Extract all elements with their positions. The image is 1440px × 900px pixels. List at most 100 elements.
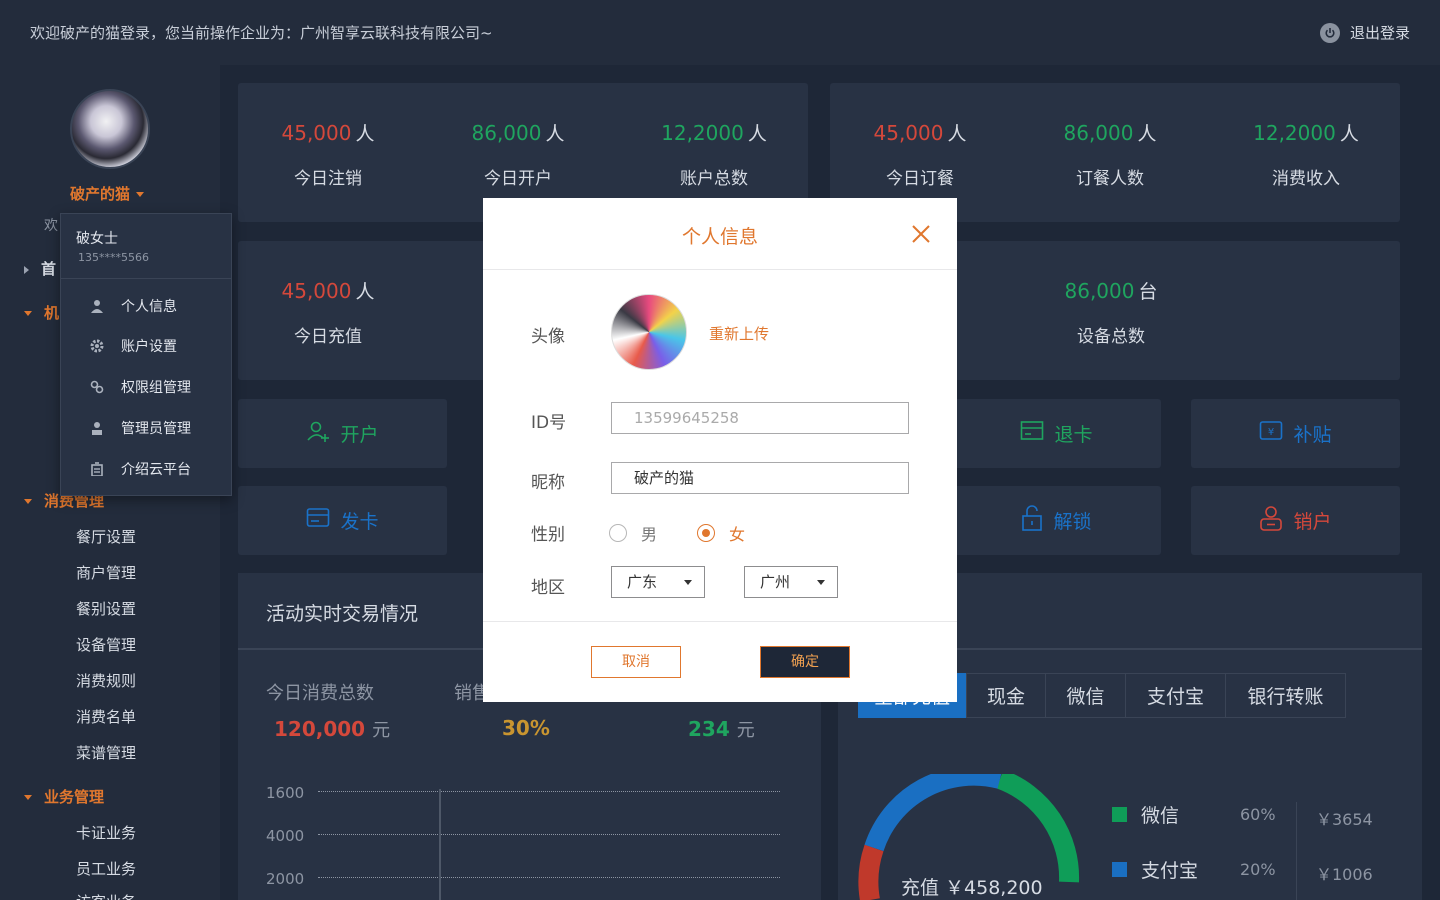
id-field[interactable] [611,402,909,434]
user-menu-toggle[interactable]: 破产的猫 [70,183,145,204]
stat-unit: 人 [355,281,375,303]
stat-today-cancel: 45,000 人今日注销 [238,119,418,189]
sidebar-item-card[interactable]: 卡证业务 [76,822,136,843]
menu-item-label: 介绍云平台 [121,462,191,478]
stat-label: 账户总数 [680,169,748,189]
stat-value: 45,000 [873,121,944,145]
divider [61,278,231,279]
stat-label: 今日订餐 [886,169,954,189]
legend-swatch [1112,807,1127,822]
menu-item-about-platform[interactable]: 介绍云平台 [89,459,191,479]
menu-item-account-settings[interactable]: 账户设置 [89,336,177,356]
dropdown-user-phone: 135****5566 [78,251,149,264]
sidebar-item-meal-type[interactable]: 餐别设置 [76,598,136,619]
sidebar-item-label: 首 [41,260,57,278]
close-icon[interactable] [909,222,933,246]
refund-card-button[interactable]: 退卡 [952,399,1161,468]
gear-icon [89,338,105,354]
select-value: 广东 [627,573,658,591]
metric-unit: 元 [736,720,755,741]
divider [483,269,957,270]
city-select[interactable]: 广州 [744,566,838,598]
chevron-down-icon [684,580,692,585]
metric-unit: 元 [372,720,391,741]
stat-total-accounts: 12,2000 人账户总数 [624,119,804,189]
grid-line [318,791,780,792]
cancel-button[interactable]: 取消 [591,646,681,678]
top-bar: 欢迎破产的猫登录，您当前操作企业为：广州智享云联科技有限公司~ 退出登录 [0,0,1440,65]
action-label: 退卡 [1054,424,1093,446]
divider [1296,802,1297,900]
sidebar-item-device[interactable]: 设备管理 [76,634,136,655]
power-icon [1319,22,1340,43]
gender-male-radio[interactable]: 男 [609,521,657,545]
cursor-line [439,789,441,900]
confirm-button[interactable]: 确定 [760,646,850,678]
sidebar-item-merchant[interactable]: 商户管理 [76,562,136,583]
y-tick-label: 1600 [266,784,305,802]
donut-segment-wechat [996,774,1080,883]
legend-amount: ￥1006 [1316,865,1373,884]
menu-item-admin[interactable]: 管理员管理 [89,418,191,438]
donut-center-label: 充值 ￥458,200 [901,877,1043,899]
stat-today-orders: 45,000 人今日订餐 [830,119,1010,189]
action-label: 补贴 [1293,424,1332,446]
province-select[interactable]: 广东 [611,566,705,598]
open-account-button[interactable]: 开户 [238,399,447,468]
chevron-right-icon [24,265,29,274]
chevron-down-icon [24,499,32,504]
sidebar-item-restaurant[interactable]: 餐厅设置 [76,526,136,547]
sidebar-item-staff[interactable]: 员工业务 [76,858,136,879]
user-dropdown-menu: 破女士 135****5566 个人信息 账户设置 权限组管理 管理员管理 介绍… [60,213,232,496]
stat-today-recharge: 45,000 人今日充值 [238,277,418,347]
stat-label: 消费收入 [1272,169,1340,189]
tab-cash[interactable]: 现金 [966,673,1046,718]
tab-bank-transfer[interactable]: 银行转账 [1225,673,1346,718]
logout-button[interactable]: 退出登录 [1319,22,1410,43]
tab-wechat[interactable]: 微信 [1045,673,1126,718]
card-icon [306,507,330,534]
sidebar-item-list[interactable]: 消费名单 [76,706,136,727]
admin-icon [89,420,105,436]
sidebar-item-home[interactable]: 首 [24,258,56,279]
legend-percent: 60% [1240,805,1276,824]
subsidy-button[interactable]: ¥ 补贴 [1191,399,1400,468]
sidebar-section-business[interactable]: 业务管理 [24,786,104,807]
menu-item-permission-group[interactable]: 权限组管理 [89,377,191,397]
sidebar-item-rules[interactable]: 消费规则 [76,670,136,691]
radio-selected-icon [697,524,715,542]
reupload-link[interactable]: 重新上传 [709,323,769,344]
sidebar-hint: 欢 [44,218,58,234]
y-tick-label: 2000 [266,870,305,888]
close-account-button[interactable]: 销户 [1191,486,1400,555]
gender-female-radio[interactable]: 女 [697,521,745,545]
stat-value: 45,000 [281,121,352,145]
stat-unit: 人 [1137,123,1157,145]
radio-label: 女 [729,525,746,544]
stat-value: 12,2000 [1253,121,1336,145]
chevron-down-icon [24,311,32,316]
dialog-title: 个人信息 [681,226,758,248]
stat-value: 86,000 [471,121,542,145]
stat-value: 12,2000 [661,121,744,145]
logout-label: 退出登录 [1349,24,1410,42]
sidebar-item-label: 机 [44,304,60,322]
id-label: ID号 [531,413,567,433]
avatar [611,294,687,370]
link-icon [89,379,105,395]
unlock-button[interactable]: 解锁 [952,486,1161,555]
issue-card-button[interactable]: 发卡 [238,486,447,555]
sidebar-section-machine[interactable]: 机 [24,302,59,323]
sidebar-item-visitor[interactable]: 访客业务 [76,891,136,900]
menu-item-profile[interactable]: 个人信息 [89,296,177,316]
chevron-down-icon [136,192,145,197]
action-label: 发卡 [340,511,379,533]
tab-alipay[interactable]: 支付宝 [1125,673,1226,718]
nickname-field[interactable]: 破产的猫 [611,462,909,494]
sidebar-item-label: 业务管理 [44,788,105,806]
avatar[interactable] [70,89,150,169]
action-label: 解锁 [1053,511,1092,533]
metric-value: 234 [688,717,730,741]
menu-item-label: 个人信息 [121,299,177,315]
sidebar-item-menu[interactable]: 菜谱管理 [76,742,136,763]
